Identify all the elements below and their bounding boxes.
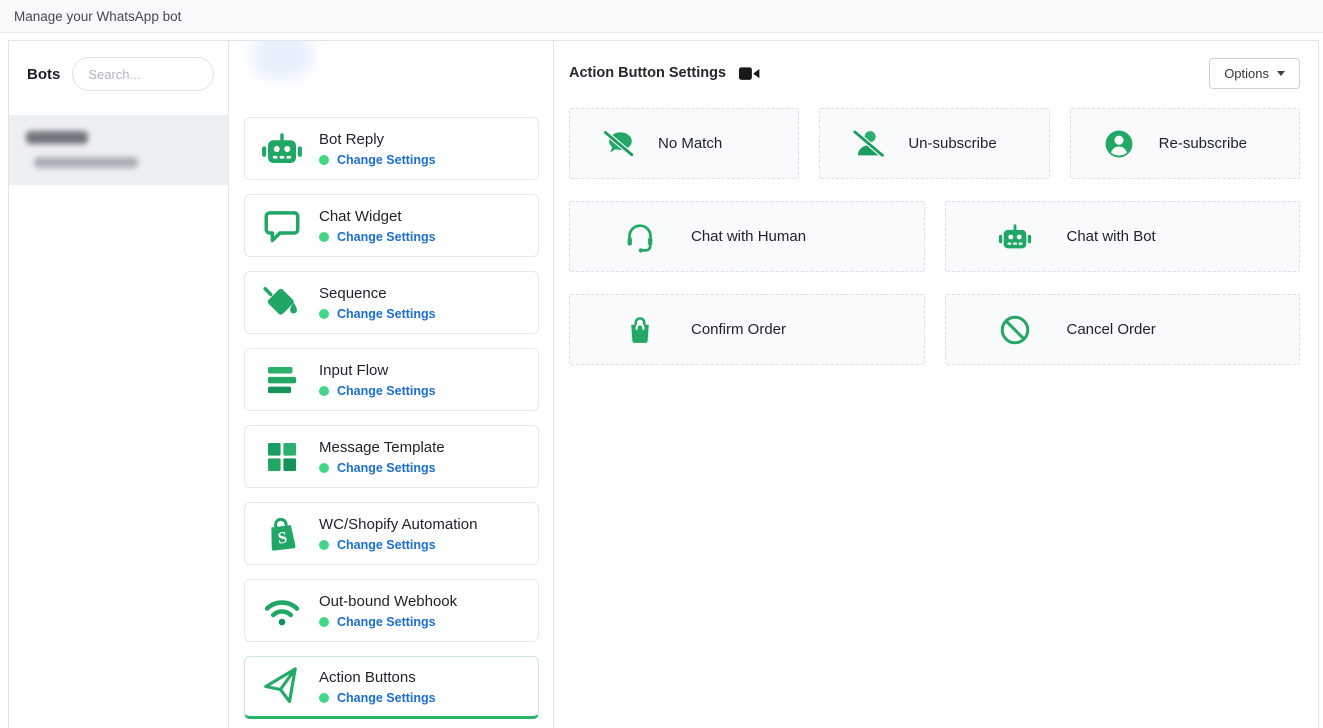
action-row-2: Chat with Human Chat with Bot (569, 201, 1300, 272)
top-bar: Manage your WhatsApp bot (0, 0, 1323, 33)
status-dot (319, 309, 329, 319)
feature-card-body: Bot Reply Change Settings (319, 131, 436, 167)
feature-title: Chat Widget (319, 208, 436, 225)
feature-card-chat-widget[interactable]: Chat Widget Change Settings (244, 194, 539, 257)
robot-icon (998, 219, 1033, 254)
action-label: Chat with Human (691, 228, 806, 245)
action-row-1: No Match Un-subscribe Re-subscribe (569, 108, 1300, 179)
status-dot (319, 155, 329, 165)
feature-title: WC/Shopify Automation (319, 516, 477, 533)
feature-card-body: WC/Shopify Automation Change Settings (319, 516, 477, 552)
change-settings-link[interactable]: Change Settings (337, 691, 436, 705)
redacted-bot-phone (34, 157, 138, 168)
robot-icon (260, 127, 304, 171)
main-container: Bots Bot Reply Change Settings (8, 40, 1319, 728)
options-button-label: Options (1224, 66, 1269, 81)
change-settings-link[interactable]: Change Settings (337, 538, 436, 552)
bots-sidebar: Bots (9, 41, 229, 728)
action-button-settings-panel: Action Button Settings Options No Match (554, 41, 1318, 728)
bot-list-item[interactable] (9, 115, 228, 185)
feature-list: Bot Reply Change Settings Chat Widget Ch… (229, 41, 554, 728)
change-settings-link[interactable]: Change Settings (337, 230, 436, 244)
feature-title: Bot Reply (319, 131, 436, 148)
feature-card-action-buttons[interactable]: Action Buttons Change Settings (244, 656, 539, 719)
sidebar-header: Bots (9, 41, 228, 91)
action-card-cancel-order[interactable]: Cancel Order (945, 294, 1301, 365)
options-button[interactable]: Options (1209, 58, 1300, 89)
feature-title: Action Buttons (319, 669, 436, 686)
action-label: Confirm Order (691, 321, 786, 338)
feature-card-shopify-automation[interactable]: S WC/Shopify Automation Change Settings (244, 502, 539, 565)
bars-icon (260, 358, 304, 402)
action-card-confirm-order[interactable]: Confirm Order (569, 294, 925, 365)
feature-card-body: Message Template Change Settings (319, 439, 445, 475)
panel-title: Action Button Settings (569, 65, 726, 81)
action-row-3: Confirm Order Cancel Order (569, 294, 1300, 365)
ban-icon (998, 312, 1033, 347)
feature-card-body: Action Buttons Change Settings (319, 669, 436, 705)
action-label: No Match (658, 135, 722, 152)
page-title: Manage your WhatsApp bot (14, 9, 181, 24)
feature-card-outbound-webhook[interactable]: Out-bound Webhook Change Settings (244, 579, 539, 642)
status-dot (319, 693, 329, 703)
wifi-icon (260, 589, 304, 633)
action-label: Cancel Order (1067, 321, 1156, 338)
blurred-avatar (251, 40, 313, 79)
feature-title: Out-bound Webhook (319, 593, 457, 610)
paper-plane-icon (260, 665, 304, 709)
user-circle-icon (1102, 126, 1137, 161)
change-settings-link[interactable]: Change Settings (337, 461, 436, 475)
search-input[interactable] (72, 57, 214, 91)
change-settings-link[interactable]: Change Settings (337, 615, 436, 629)
status-dot (319, 386, 329, 396)
bots-heading: Bots (27, 66, 60, 83)
action-label: Re-subscribe (1159, 135, 1247, 152)
status-dot (319, 463, 329, 473)
status-dot (319, 540, 329, 550)
change-settings-link[interactable]: Change Settings (337, 384, 436, 398)
status-dot (319, 617, 329, 627)
action-label: Chat with Bot (1067, 228, 1156, 245)
feature-card-body: Sequence Change Settings (319, 285, 436, 321)
action-card-chat-with-bot[interactable]: Chat with Bot (945, 201, 1301, 272)
feature-card-bot-reply[interactable]: Bot Reply Change Settings (244, 117, 539, 180)
feature-title: Sequence (319, 285, 436, 302)
video-camera-icon[interactable] (738, 65, 761, 82)
comment-slash-icon (601, 126, 636, 161)
action-label: Un-subscribe (908, 135, 996, 152)
caret-down-icon (1277, 71, 1285, 76)
action-card-chat-with-human[interactable]: Chat with Human (569, 201, 925, 272)
change-settings-link[interactable]: Change Settings (337, 153, 436, 167)
headset-icon (622, 219, 657, 254)
feature-card-body: Chat Widget Change Settings (319, 208, 436, 244)
user-slash-icon (851, 126, 886, 161)
grid-icon (260, 435, 304, 479)
feature-card-message-template[interactable]: Message Template Change Settings (244, 425, 539, 488)
change-settings-link[interactable]: Change Settings (337, 307, 436, 321)
feature-title: Input Flow (319, 362, 436, 379)
feature-title: Message Template (319, 439, 445, 456)
paint-fill-icon (260, 281, 304, 325)
feature-card-sequence[interactable]: Sequence Change Settings (244, 271, 539, 334)
status-dot (319, 232, 329, 242)
redacted-bot-name (26, 131, 88, 144)
action-card-re-subscribe[interactable]: Re-subscribe (1070, 108, 1300, 179)
feature-card-body: Input Flow Change Settings (319, 362, 436, 398)
action-card-no-match[interactable]: No Match (569, 108, 799, 179)
shopping-bag-icon (622, 312, 657, 347)
shopify-bag-icon: S (260, 512, 304, 556)
panel-header: Action Button Settings Options (569, 57, 1300, 89)
action-card-un-subscribe[interactable]: Un-subscribe (819, 108, 1049, 179)
feature-card-input-flow[interactable]: Input Flow Change Settings (244, 348, 539, 411)
feature-card-body: Out-bound Webhook Change Settings (319, 593, 457, 629)
chat-bubble-icon (260, 204, 304, 248)
